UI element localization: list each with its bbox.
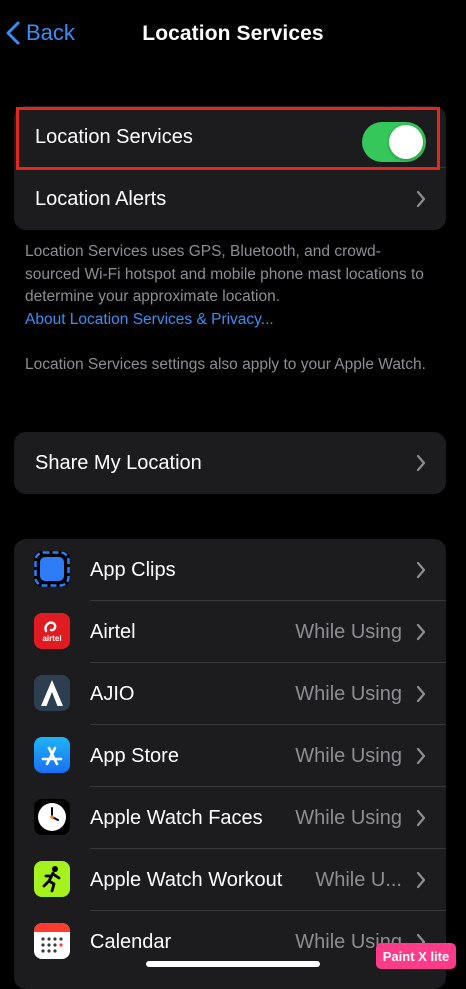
app-row-airtel[interactable]: airtel Airtel While Using (14, 601, 446, 663)
app-name: Calendar (90, 930, 172, 953)
chevron-right-icon (416, 685, 426, 703)
calendar-icon (34, 923, 70, 959)
description-text: Location Services uses GPS, Bluetooth, a… (25, 243, 424, 305)
app-row-apple-watch-workout[interactable]: Apple Watch Workout While U... (14, 849, 446, 911)
app-name: App Clips (90, 558, 176, 581)
location-alerts-row[interactable]: Location Alerts (14, 168, 446, 230)
toggle-knob (389, 125, 423, 159)
app-name: App Store (90, 744, 179, 767)
watch-note: Location Services settings also apply to… (25, 356, 426, 373)
airtel-icon: airtel (34, 613, 70, 649)
location-alerts-label: Location Alerts (35, 187, 167, 210)
app-name: AJIO (90, 682, 135, 705)
app-name: Apple Watch Workout (90, 868, 283, 891)
app-row-app-store[interactable]: App Store While Using (14, 725, 446, 787)
share-my-location-label: Share My Location (35, 451, 202, 474)
share-my-location-row[interactable]: Share My Location (14, 432, 446, 494)
chevron-right-icon (416, 809, 426, 827)
app-row-ajio[interactable]: AJIO While Using (14, 663, 446, 725)
navigation-bar: Back Location Services (0, 0, 466, 74)
app-row-app-clips[interactable]: App Clips (14, 539, 446, 601)
home-indicator (146, 961, 320, 967)
app-store-icon (34, 737, 70, 773)
chevron-right-icon (416, 623, 426, 641)
apps-list: App Clips airtel Airtel While Using AJIO… (14, 539, 446, 989)
location-services-label: Location Services (35, 125, 193, 148)
chevron-right-icon (416, 747, 426, 765)
permission-value: While U... (315, 868, 402, 891)
permission-value: While Using (295, 682, 402, 705)
app-clips-icon (34, 551, 70, 587)
permission-value: While Using (295, 744, 402, 767)
airtel-logo-text: airtel (42, 633, 62, 643)
page-title: Location Services (142, 22, 324, 45)
chevron-right-icon (416, 454, 426, 472)
chevron-right-icon (416, 561, 426, 579)
apple-watch-workout-icon (34, 861, 70, 897)
apple-watch-faces-icon (34, 799, 70, 835)
app-row-apple-watch-faces[interactable]: Apple Watch Faces While Using (14, 787, 446, 849)
app-name: Airtel (90, 620, 136, 643)
location-services-row: Location Services (14, 106, 446, 168)
app-name: Apple Watch Faces (90, 806, 263, 829)
location-description: Location Services uses GPS, Bluetooth, a… (25, 241, 435, 331)
privacy-link[interactable]: About Location Services & Privacy... (25, 309, 435, 332)
chevron-right-icon (416, 190, 426, 208)
paint-x-lite-watermark: Paint X lite (376, 943, 456, 969)
ajio-icon (34, 675, 70, 711)
chevron-right-icon (416, 871, 426, 889)
location-settings-group: Location Services Location Alerts (14, 106, 446, 230)
share-location-group: Share My Location (14, 432, 446, 494)
permission-value: While Using (295, 806, 402, 829)
location-services-toggle[interactable] (362, 122, 426, 162)
permission-value: While Using (295, 620, 402, 643)
